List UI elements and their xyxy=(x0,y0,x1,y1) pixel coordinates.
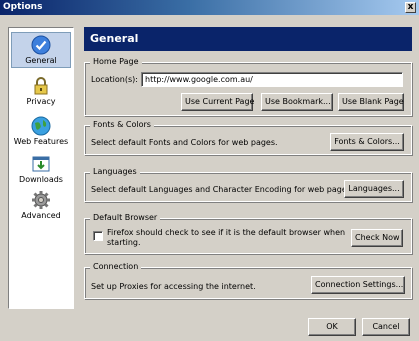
fonts-colors-description: Select default Fonts and Colors for web … xyxy=(91,138,278,147)
sidebar-item-privacy[interactable]: Privacy xyxy=(11,74,71,110)
ok-button[interactable]: OK xyxy=(308,318,356,336)
sidebar-item-web-features[interactable]: Web Features xyxy=(11,114,71,150)
home-page-legend: Home Page xyxy=(90,57,142,66)
window-titlebar: Options x xyxy=(0,0,419,15)
fonts-colors-group: Fonts & Colors Select default Fonts and … xyxy=(84,120,412,155)
lock-icon xyxy=(34,77,48,95)
downloads-icon xyxy=(32,156,50,172)
options-sidebar: General Privacy Web Features Downloads A… xyxy=(8,27,74,309)
cancel-button[interactable]: Cancel xyxy=(362,318,410,336)
sidebar-item-label: Privacy xyxy=(26,97,56,106)
default-browser-group: Default Browser Firefox should check to … xyxy=(84,213,412,254)
sidebar-item-general[interactable]: General xyxy=(11,32,71,68)
fonts-colors-button[interactable]: Fonts & Colors... xyxy=(330,133,404,151)
sidebar-item-label: General xyxy=(25,56,57,65)
connection-settings-button[interactable]: Connection Settings... xyxy=(311,276,405,294)
default-browser-check-label-cont: starting. xyxy=(107,238,141,247)
connection-legend: Connection xyxy=(90,262,142,271)
sidebar-item-label: Downloads xyxy=(19,175,63,184)
connection-group: Connection Set up Proxies for accessing … xyxy=(84,262,412,299)
default-browser-check-label: Firefox should check to see if it is the… xyxy=(107,228,346,237)
use-bookmark-button[interactable]: Use Bookmark... xyxy=(261,93,333,111)
page-title: General xyxy=(84,27,412,51)
languages-legend: Languages xyxy=(90,167,140,176)
use-current-page-button[interactable]: Use Current Page xyxy=(181,93,254,111)
checkmark-icon xyxy=(31,35,51,55)
languages-description: Select default Languages and Character E… xyxy=(91,185,354,194)
languages-group: Languages Select default Languages and C… xyxy=(84,167,412,202)
close-button[interactable]: x xyxy=(405,2,416,13)
sidebar-item-advanced[interactable]: Advanced xyxy=(11,188,71,224)
sidebar-item-label: Advanced xyxy=(21,211,61,220)
sidebar-item-label: Web Features xyxy=(13,137,69,146)
sidebar-item-downloads[interactable]: Downloads xyxy=(11,152,71,188)
check-now-button[interactable]: Check Now xyxy=(351,229,403,247)
home-page-group: Home Page Location(s): http://www.google… xyxy=(84,57,412,116)
default-browser-checkbox[interactable] xyxy=(93,231,103,241)
gear-icon xyxy=(32,191,50,209)
fonts-colors-legend: Fonts & Colors xyxy=(90,120,154,129)
use-blank-page-button[interactable]: Use Blank Page xyxy=(338,93,404,111)
globe-icon xyxy=(31,116,51,136)
default-browser-legend: Default Browser xyxy=(90,213,161,222)
languages-button[interactable]: Languages... xyxy=(344,180,404,198)
close-icon: x xyxy=(407,2,414,12)
window-title: Options xyxy=(3,2,43,12)
location-input[interactable]: http://www.google.com.au/ xyxy=(141,72,403,87)
location-label: Location(s): xyxy=(91,75,138,84)
connection-description: Set up Proxies for accessing the interne… xyxy=(91,282,256,291)
